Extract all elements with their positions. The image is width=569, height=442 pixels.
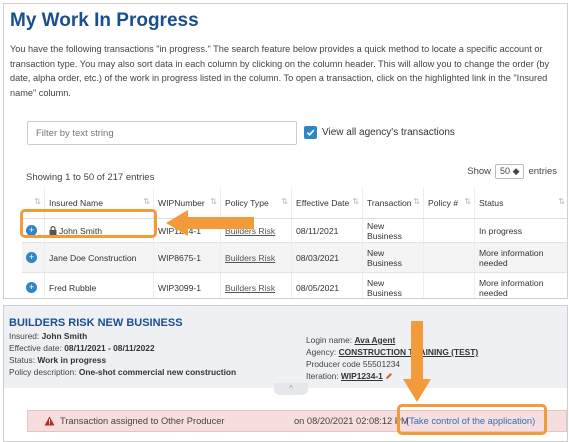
page-title: My Work In Progress — [10, 10, 199, 31]
column-header-policy-number[interactable]: Policy # ⇅ — [423, 188, 475, 219]
work-in-progress-panel: My Work In Progress You have the followi… — [3, 3, 568, 299]
effective-line: Effective date: 08/11/2021 - 08/11/2022 — [9, 343, 155, 353]
transaction-cell: New Business — [362, 242, 424, 273]
login-link[interactable]: Ava Agent — [354, 335, 395, 345]
orange-arrow-down-icon — [403, 321, 431, 402]
column-header-effective-date[interactable]: Effective Date ⇅ — [291, 188, 363, 219]
status-cell: More information needed — [474, 242, 567, 273]
column-header-transaction[interactable]: Transaction ⇅ — [362, 188, 424, 219]
policy-number-cell — [423, 218, 475, 243]
orange-arrow-left-icon — [166, 210, 254, 236]
show-label: Show — [467, 166, 492, 177]
showing-entries-text: Showing 1 to 50 of 217 entries — [26, 172, 155, 183]
table-row[interactable]: + Jane Doe Construction WIP8675-1 Builde… — [22, 242, 567, 273]
highlight-box-take-control — [397, 404, 547, 435]
iteration-link[interactable]: WIP1234-1 — [341, 371, 383, 381]
transaction-cell: New Business — [362, 272, 424, 298]
checkbox-checked-icon[interactable] — [304, 126, 317, 139]
assigned-time-text: on 08/20/2021 02:08:12 PM — [294, 416, 409, 426]
view-all-toggle[interactable]: View all agency's transactions — [304, 126, 455, 139]
warning-icon — [44, 416, 55, 426]
wip-number-cell: WIP3099-1 — [153, 272, 221, 298]
effective-date-cell: 08/03/2021 — [291, 242, 363, 273]
entries-select[interactable]: 50 ◆ — [495, 164, 525, 179]
entries-control: Show 50 ◆ entries — [467, 164, 557, 179]
transaction-cell: New Business — [362, 218, 424, 243]
effective-date-cell: 08/05/2021 — [291, 272, 363, 298]
agency-line: Agency: CONSTRUCTION TRAINING (TEST) — [306, 347, 479, 357]
insured-name-cell[interactable]: Jane Doe Construction — [44, 242, 154, 273]
detail-title: BUILDERS RISK NEW BUSINESS — [9, 317, 183, 329]
policy-number-cell — [423, 242, 475, 273]
policy-type-link[interactable]: Builders Risk — [220, 242, 292, 273]
policy-description-line: Policy description: One-shot commercial … — [9, 367, 237, 377]
status-cell: More information needed — [474, 272, 567, 298]
view-all-label: View all agency's transactions — [322, 127, 455, 138]
filter-input[interactable] — [27, 121, 297, 145]
expand-row-icon[interactable]: + — [26, 282, 37, 293]
column-header-status[interactable]: Status ⇅ — [474, 188, 567, 219]
table-row[interactable]: + Fred Rubble WIP3099-1 Builders Risk 08… — [22, 272, 567, 298]
producer-line: Producer code 55501234 — [306, 359, 401, 369]
insured-line: Insured: John Smith — [9, 331, 88, 341]
intro-text: You have the following transactions "in … — [10, 44, 550, 98]
policy-type-link[interactable]: Builders Risk — [220, 272, 292, 298]
effective-date-cell: 08/11/2021 — [291, 218, 363, 243]
policy-number-cell — [423, 272, 475, 298]
collapse-tab[interactable]: ^ — [274, 383, 308, 395]
highlight-box-insured — [20, 209, 157, 238]
wip-number-cell: WIP8675-1 — [153, 242, 221, 273]
status-cell: In progress — [474, 218, 567, 243]
iteration-line: Iteration: WIP1234-1 — [306, 371, 393, 381]
entries-label: entries — [528, 166, 557, 177]
transaction-detail-panel: BUILDERS RISK NEW BUSINESS Insured: John… — [3, 305, 568, 442]
insured-name-cell[interactable]: Fred Rubble — [44, 272, 154, 298]
divider — [0, 299, 569, 304]
expand-row-icon[interactable]: + — [26, 252, 37, 263]
status-line: Status: Work in progress — [9, 355, 107, 365]
wip-table: ⇅ Insured Name ⇅ WIPNumber ⇅ Policy Type ⇅ … — [22, 188, 567, 298]
login-line: Login name: Ava Agent — [306, 335, 396, 345]
assigned-text: Transaction assigned to Other Producer — [60, 416, 225, 426]
edit-pencil-icon[interactable] — [385, 372, 393, 380]
